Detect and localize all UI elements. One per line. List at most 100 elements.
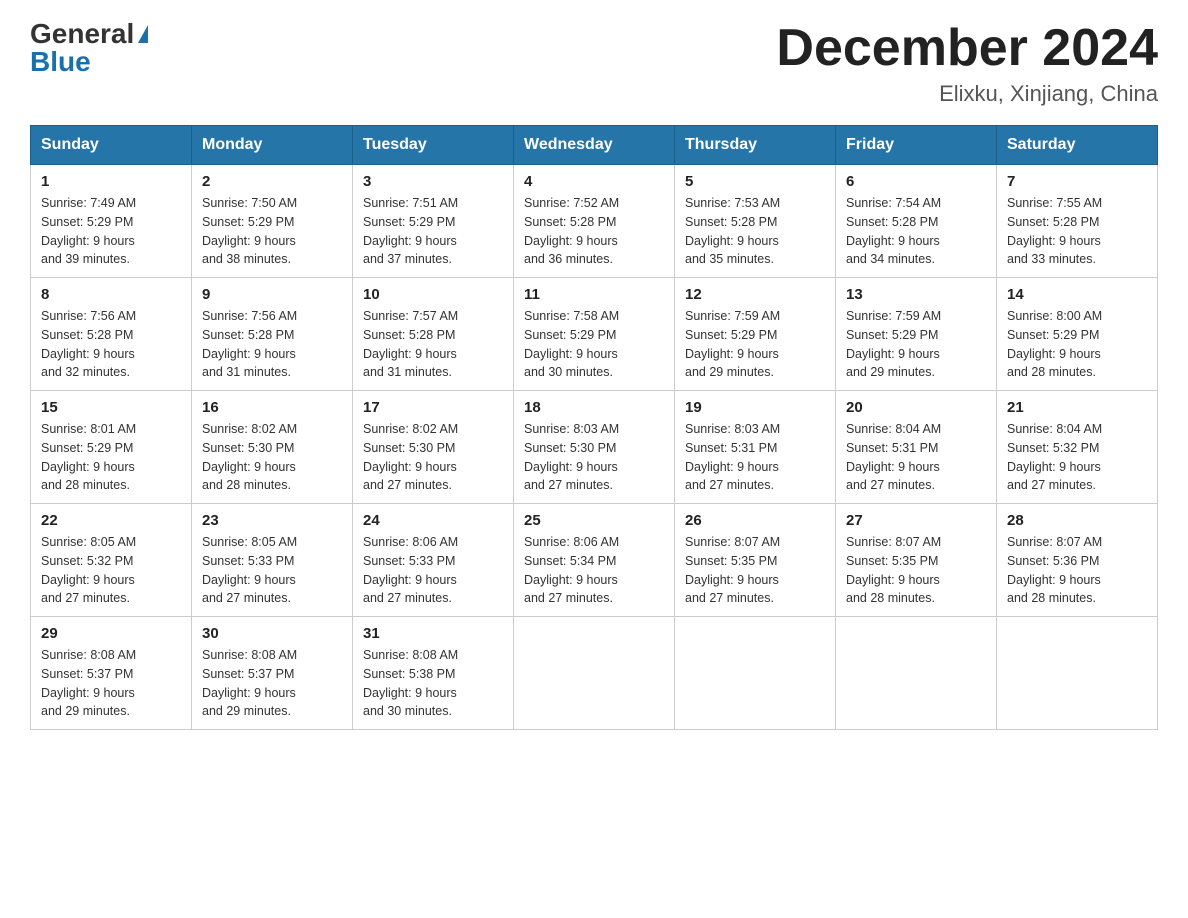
day-number: 20 [846,399,986,416]
logo: General Blue [30,20,148,76]
calendar-cell: 21 Sunrise: 8:04 AM Sunset: 5:32 PM Dayl… [997,391,1158,504]
location-subtitle: Elixku, Xinjiang, China [776,81,1158,107]
calendar-cell: 20 Sunrise: 8:04 AM Sunset: 5:31 PM Dayl… [836,391,997,504]
day-number: 17 [363,399,503,416]
calendar-cell: 18 Sunrise: 8:03 AM Sunset: 5:30 PM Dayl… [514,391,675,504]
day-number: 9 [202,286,342,303]
calendar-cell: 26 Sunrise: 8:07 AM Sunset: 5:35 PM Dayl… [675,504,836,617]
day-info: Sunrise: 7:56 AM Sunset: 5:28 PM Dayligh… [202,307,342,382]
calendar-cell: 15 Sunrise: 8:01 AM Sunset: 5:29 PM Dayl… [31,391,192,504]
day-info: Sunrise: 7:55 AM Sunset: 5:28 PM Dayligh… [1007,194,1147,269]
calendar-cell: 6 Sunrise: 7:54 AM Sunset: 5:28 PM Dayli… [836,165,997,278]
day-number: 24 [363,512,503,529]
calendar-cell: 23 Sunrise: 8:05 AM Sunset: 5:33 PM Dayl… [192,504,353,617]
weekday-header-monday: Monday [192,126,353,165]
day-number: 31 [363,625,503,642]
day-number: 30 [202,625,342,642]
day-info: Sunrise: 8:05 AM Sunset: 5:32 PM Dayligh… [41,533,181,608]
weekday-header-sunday: Sunday [31,126,192,165]
day-info: Sunrise: 8:07 AM Sunset: 5:36 PM Dayligh… [1007,533,1147,608]
month-title: December 2024 [776,20,1158,77]
day-number: 28 [1007,512,1147,529]
day-info: Sunrise: 7:56 AM Sunset: 5:28 PM Dayligh… [41,307,181,382]
day-info: Sunrise: 8:06 AM Sunset: 5:34 PM Dayligh… [524,533,664,608]
day-number: 21 [1007,399,1147,416]
day-info: Sunrise: 7:59 AM Sunset: 5:29 PM Dayligh… [846,307,986,382]
calendar-week-row-1: 1 Sunrise: 7:49 AM Sunset: 5:29 PM Dayli… [31,165,1158,278]
day-number: 5 [685,173,825,190]
calendar-cell: 30 Sunrise: 8:08 AM Sunset: 5:37 PM Dayl… [192,617,353,730]
day-info: Sunrise: 7:51 AM Sunset: 5:29 PM Dayligh… [363,194,503,269]
day-number: 12 [685,286,825,303]
weekday-header-wednesday: Wednesday [514,126,675,165]
calendar-cell: 1 Sunrise: 7:49 AM Sunset: 5:29 PM Dayli… [31,165,192,278]
day-info: Sunrise: 8:03 AM Sunset: 5:30 PM Dayligh… [524,420,664,495]
calendar-cell: 8 Sunrise: 7:56 AM Sunset: 5:28 PM Dayli… [31,278,192,391]
day-number: 11 [524,286,664,303]
calendar-cell: 28 Sunrise: 8:07 AM Sunset: 5:36 PM Dayl… [997,504,1158,617]
day-info: Sunrise: 7:49 AM Sunset: 5:29 PM Dayligh… [41,194,181,269]
calendar-cell: 9 Sunrise: 7:56 AM Sunset: 5:28 PM Dayli… [192,278,353,391]
calendar-cell: 4 Sunrise: 7:52 AM Sunset: 5:28 PM Dayli… [514,165,675,278]
calendar-cell [675,617,836,730]
day-info: Sunrise: 8:05 AM Sunset: 5:33 PM Dayligh… [202,533,342,608]
day-number: 29 [41,625,181,642]
calendar-cell: 25 Sunrise: 8:06 AM Sunset: 5:34 PM Dayl… [514,504,675,617]
calendar-cell: 27 Sunrise: 8:07 AM Sunset: 5:35 PM Dayl… [836,504,997,617]
calendar-cell: 7 Sunrise: 7:55 AM Sunset: 5:28 PM Dayli… [997,165,1158,278]
logo-blue-text: Blue [30,48,91,76]
calendar-cell: 29 Sunrise: 8:08 AM Sunset: 5:37 PM Dayl… [31,617,192,730]
day-info: Sunrise: 8:04 AM Sunset: 5:31 PM Dayligh… [846,420,986,495]
day-info: Sunrise: 7:52 AM Sunset: 5:28 PM Dayligh… [524,194,664,269]
day-number: 13 [846,286,986,303]
day-number: 16 [202,399,342,416]
calendar-cell: 19 Sunrise: 8:03 AM Sunset: 5:31 PM Dayl… [675,391,836,504]
calendar-cell: 12 Sunrise: 7:59 AM Sunset: 5:29 PM Dayl… [675,278,836,391]
calendar-cell: 16 Sunrise: 8:02 AM Sunset: 5:30 PM Dayl… [192,391,353,504]
day-number: 23 [202,512,342,529]
logo-general-text: General [30,20,134,48]
calendar-week-row-4: 22 Sunrise: 8:05 AM Sunset: 5:32 PM Dayl… [31,504,1158,617]
calendar-cell [514,617,675,730]
day-number: 22 [41,512,181,529]
calendar-cell: 3 Sunrise: 7:51 AM Sunset: 5:29 PM Dayli… [353,165,514,278]
page-header: General Blue December 2024 Elixku, Xinji… [30,20,1158,107]
day-info: Sunrise: 7:57 AM Sunset: 5:28 PM Dayligh… [363,307,503,382]
day-number: 2 [202,173,342,190]
day-info: Sunrise: 7:54 AM Sunset: 5:28 PM Dayligh… [846,194,986,269]
calendar-cell [997,617,1158,730]
calendar-cell: 2 Sunrise: 7:50 AM Sunset: 5:29 PM Dayli… [192,165,353,278]
day-number: 14 [1007,286,1147,303]
weekday-header-row: SundayMondayTuesdayWednesdayThursdayFrid… [31,126,1158,165]
day-number: 8 [41,286,181,303]
day-number: 6 [846,173,986,190]
day-info: Sunrise: 8:08 AM Sunset: 5:37 PM Dayligh… [41,646,181,721]
day-info: Sunrise: 8:00 AM Sunset: 5:29 PM Dayligh… [1007,307,1147,382]
calendar-week-row-5: 29 Sunrise: 8:08 AM Sunset: 5:37 PM Dayl… [31,617,1158,730]
day-number: 3 [363,173,503,190]
calendar-table: SundayMondayTuesdayWednesdayThursdayFrid… [30,125,1158,730]
calendar-cell: 11 Sunrise: 7:58 AM Sunset: 5:29 PM Dayl… [514,278,675,391]
weekday-header-thursday: Thursday [675,126,836,165]
day-info: Sunrise: 8:08 AM Sunset: 5:37 PM Dayligh… [202,646,342,721]
day-info: Sunrise: 8:02 AM Sunset: 5:30 PM Dayligh… [363,420,503,495]
weekday-header-saturday: Saturday [997,126,1158,165]
calendar-cell: 17 Sunrise: 8:02 AM Sunset: 5:30 PM Dayl… [353,391,514,504]
calendar-cell: 22 Sunrise: 8:05 AM Sunset: 5:32 PM Dayl… [31,504,192,617]
day-info: Sunrise: 8:01 AM Sunset: 5:29 PM Dayligh… [41,420,181,495]
calendar-cell: 24 Sunrise: 8:06 AM Sunset: 5:33 PM Dayl… [353,504,514,617]
day-number: 19 [685,399,825,416]
day-info: Sunrise: 8:02 AM Sunset: 5:30 PM Dayligh… [202,420,342,495]
day-number: 18 [524,399,664,416]
weekday-header-tuesday: Tuesday [353,126,514,165]
title-block: December 2024 Elixku, Xinjiang, China [776,20,1158,107]
day-info: Sunrise: 8:06 AM Sunset: 5:33 PM Dayligh… [363,533,503,608]
day-number: 7 [1007,173,1147,190]
logo-triangle-icon [138,25,148,43]
calendar-cell: 31 Sunrise: 8:08 AM Sunset: 5:38 PM Dayl… [353,617,514,730]
day-number: 10 [363,286,503,303]
day-info: Sunrise: 8:04 AM Sunset: 5:32 PM Dayligh… [1007,420,1147,495]
day-info: Sunrise: 7:50 AM Sunset: 5:29 PM Dayligh… [202,194,342,269]
calendar-cell [836,617,997,730]
calendar-week-row-2: 8 Sunrise: 7:56 AM Sunset: 5:28 PM Dayli… [31,278,1158,391]
